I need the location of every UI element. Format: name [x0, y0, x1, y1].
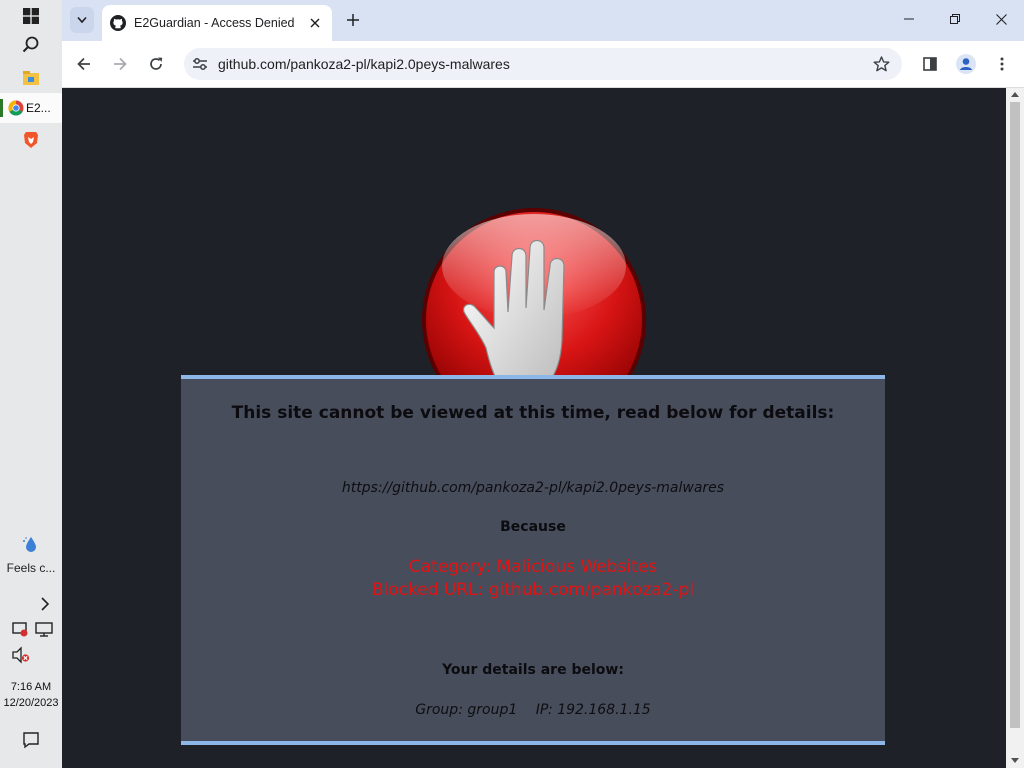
block-page: This site cannot be viewed at this time,…: [62, 88, 1006, 768]
scroll-down-icon[interactable]: [1006, 754, 1024, 766]
blocked-url: Blocked URL: github.com/pankoza2-pl: [371, 580, 695, 600]
tab-search-button[interactable]: [70, 7, 94, 33]
weather-text: Feels c...: [6, 561, 56, 575]
search-icon: [22, 36, 39, 53]
taskbar-chrome-app[interactable]: E2...: [0, 93, 62, 123]
start-button[interactable]: [0, 0, 62, 32]
profile-icon: [956, 54, 976, 74]
address-url: github.com/pankoza2-pl/kapi2.0peys-malwa…: [218, 56, 510, 72]
minimize-button[interactable]: [886, 0, 932, 38]
reload-button[interactable]: [142, 50, 170, 78]
because-label: Because: [500, 519, 566, 535]
show-hidden-icons[interactable]: [0, 597, 62, 611]
new-tab-button[interactable]: [344, 11, 362, 29]
tab-strip: E2Guardian - Access Denied: [62, 0, 1024, 41]
chevron-right-icon: [41, 597, 50, 611]
taskbar: E2... Feels c... 7:16 AM 12/20/2023: [0, 0, 63, 768]
block-info-panel: This site cannot be viewed at this time,…: [181, 375, 885, 745]
page-scrollbar[interactable]: [1006, 88, 1024, 768]
side-panel-icon: [923, 57, 937, 71]
tab-list-icon: [77, 16, 87, 24]
scrollbar-thumb[interactable]: [1010, 102, 1020, 728]
clock-time: 7:16 AM: [10, 681, 52, 693]
forward-icon: [114, 57, 127, 71]
notification-icon: [23, 732, 39, 749]
back-icon: [77, 57, 90, 71]
block-heading: This site cannot be viewed at this time,…: [231, 403, 835, 423]
window-close-button[interactable]: [978, 0, 1024, 38]
active-indicator: [0, 99, 3, 117]
notification-button[interactable]: [0, 724, 62, 756]
network-icon[interactable]: [11, 621, 29, 637]
browser-toolbar: github.com/pankoza2-pl/kapi2.0peys-malwa…: [62, 41, 1024, 88]
bookmark-star-icon[interactable]: [873, 56, 890, 72]
close-icon: [995, 13, 1007, 25]
address-bar[interactable]: github.com/pankoza2-pl/kapi2.0peys-malwa…: [184, 48, 902, 80]
side-panel-button[interactable]: [916, 50, 944, 78]
block-category: Category: Malicious Websites: [408, 557, 658, 577]
tab-title: E2Guardian - Access Denied: [134, 16, 295, 30]
clock-date: 12/20/2023: [3, 697, 59, 709]
new-tab-icon: [347, 14, 359, 26]
brave-icon: [24, 132, 38, 148]
close-icon[interactable]: [310, 18, 320, 28]
weather-widget[interactable]: Feels c...: [0, 535, 62, 575]
forward-button[interactable]: [106, 50, 134, 78]
github-icon: [110, 15, 126, 31]
browser-window: E2Guardian - Access Denied github.com/pa…: [62, 0, 1024, 768]
tab-active[interactable]: E2Guardian - Access Denied: [102, 5, 332, 41]
chrome-icon: [8, 100, 24, 116]
display-icon[interactable]: [35, 621, 53, 637]
volume-muted-icon[interactable]: [11, 646, 31, 664]
restore-button[interactable]: [932, 0, 978, 38]
file-explorer-icon: [23, 71, 39, 85]
scroll-up-icon[interactable]: [1006, 89, 1024, 101]
restore-icon: [950, 14, 960, 24]
taskbar-app-label: E2...: [26, 101, 51, 115]
windows-start-icon: [23, 8, 39, 24]
ip-value: IP: 192.168.1.15: [535, 702, 651, 718]
weather-icon: [23, 537, 36, 552]
file-explorer-button[interactable]: [0, 62, 62, 94]
user-details: Group: group1 IP: 192.168.1.15: [181, 702, 885, 718]
taskbar-search-button[interactable]: [0, 29, 62, 61]
details-label: Your details are below:: [442, 662, 624, 678]
clock[interactable]: 7:16 AM 12/20/2023: [0, 679, 62, 711]
site-info-icon[interactable]: [192, 57, 208, 71]
requested-url: https://github.com/pankoza2-pl/kapi2.0pe…: [341, 480, 725, 496]
profile-button[interactable]: [952, 50, 980, 78]
back-button[interactable]: [70, 50, 98, 78]
reload-icon: [150, 57, 163, 70]
brave-button[interactable]: [0, 124, 62, 156]
browser-menu-button[interactable]: [988, 50, 1016, 78]
group-value: Group: group1: [415, 702, 518, 718]
menu-icon: [1000, 57, 1004, 71]
minimize-icon: [904, 18, 914, 20]
